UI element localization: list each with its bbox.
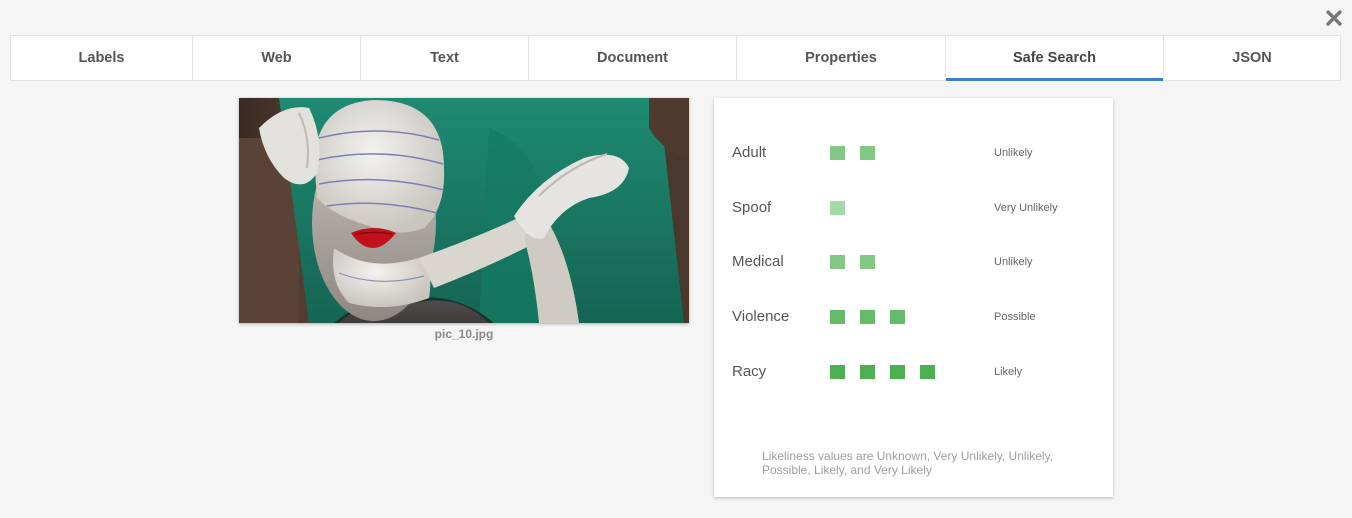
tab-label: Labels (78, 50, 125, 66)
category-label: Racy (732, 363, 767, 380)
tab-labels[interactable]: Labels (10, 35, 193, 81)
image-filename: pic_10.jpg (434, 327, 494, 341)
likelihood-square (890, 365, 905, 379)
tab-label: Safe Search (1012, 50, 1097, 66)
likelihood-square (860, 255, 875, 269)
likelihood-square (830, 146, 845, 160)
likelihood-value: Unlikely (994, 256, 1033, 268)
likelihood-square (830, 255, 845, 269)
tab-label: Properties (805, 50, 877, 66)
tab-web[interactable]: Web (193, 35, 361, 81)
photo-bandaged-face (239, 98, 689, 323)
category-label: Violence (732, 308, 790, 325)
close-button[interactable] (1322, 6, 1346, 30)
likelihood-square (830, 310, 845, 324)
likelihood-square (860, 310, 875, 324)
likelihood-square (920, 365, 935, 379)
safe-search-card: Adult Unlikely Spoof Very Unlikely Medic… (714, 98, 1113, 497)
tab-json[interactable]: JSON (1164, 35, 1341, 81)
tab-properties[interactable]: Properties (737, 35, 946, 81)
close-icon (1326, 10, 1342, 26)
tab-safe-search[interactable]: Safe Search (946, 35, 1164, 81)
tab-label: Document (597, 50, 668, 66)
likelihood-value: Very Unlikely (994, 202, 1058, 214)
likelihood-value: Possible (994, 311, 1036, 323)
likelihood-value: Unlikely (994, 147, 1033, 159)
tab-document[interactable]: Document (529, 35, 737, 81)
safe-search-row-adult: Adult Unlikely (714, 143, 1113, 163)
likeliness-footnote: Likeliness values are Unknown, Very Unli… (762, 449, 1054, 477)
likelihood-square (890, 310, 905, 324)
tab-label: Web (261, 50, 292, 66)
tab-bar: Labels Web Text Document Properties Safe… (10, 35, 1341, 81)
category-label: Adult (732, 144, 767, 161)
tab-text[interactable]: Text (361, 35, 529, 81)
analyzed-image (239, 98, 689, 323)
safe-search-row-racy: Racy Likely (714, 362, 1113, 382)
likelihood-value: Likely (994, 366, 1023, 378)
safe-search-row-medical: Medical Unlikely (714, 252, 1113, 272)
tab-label: Text (430, 50, 459, 66)
safe-search-row-violence: Violence Possible (714, 307, 1113, 327)
likelihood-square (860, 365, 875, 379)
likelihood-square (830, 365, 845, 379)
likelihood-square (860, 146, 875, 160)
likelihood-square (830, 201, 845, 215)
category-label: Medical (732, 253, 784, 270)
safe-search-row-spoof: Spoof Very Unlikely (714, 198, 1113, 218)
tab-label: JSON (1232, 50, 1272, 66)
category-label: Spoof (732, 199, 772, 216)
